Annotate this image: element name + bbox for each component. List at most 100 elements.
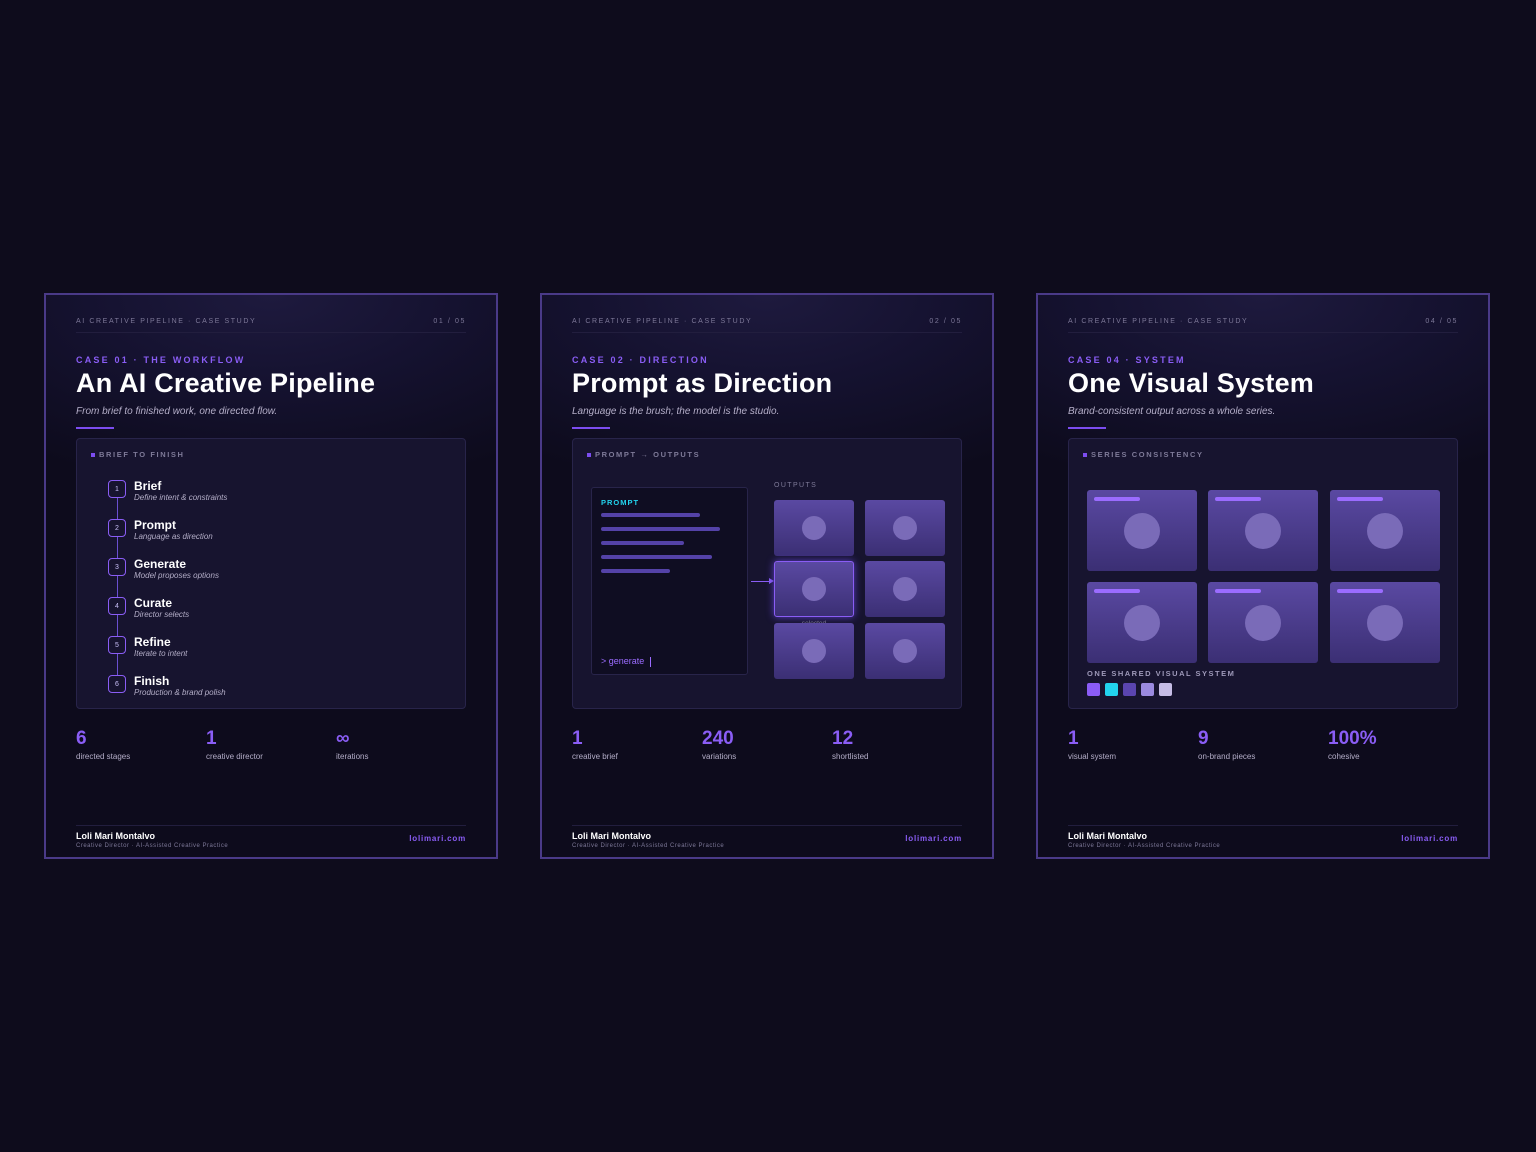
step-number: 6 (108, 675, 126, 693)
image-placeholder-icon (893, 516, 917, 540)
prompt-text-line (601, 555, 712, 559)
card-title: Prompt as Direction (572, 368, 833, 398)
prompt-text-line (601, 541, 684, 545)
stat: 1 creative director (206, 728, 263, 761)
step-name: Finish (134, 674, 170, 688)
output-thumbnail[interactable] (774, 500, 854, 556)
case-eyebrow: CASE 04 · SYSTEM (1068, 355, 1186, 365)
output-thumbnail[interactable] (865, 623, 945, 679)
output-thumbnail-selected[interactable] (774, 561, 854, 617)
title-bar (1337, 497, 1383, 501)
series-tile[interactable] (1330, 582, 1440, 663)
image-placeholder-icon (802, 516, 826, 540)
generate-command[interactable]: > generate (601, 656, 652, 667)
title-bar (1094, 497, 1140, 501)
color-swatch (1105, 683, 1118, 696)
prompt-text-line (601, 513, 700, 517)
step-desc: Model proposes options (134, 571, 219, 580)
series-tile[interactable] (1208, 490, 1318, 571)
step-name: Generate (134, 557, 187, 571)
stat-label: directed stages (76, 752, 131, 761)
image-placeholder-icon (1124, 604, 1160, 641)
case-card-direction: AI CREATIVE PIPELINE · CASE STUDY 02 / 0… (540, 293, 994, 859)
image-placeholder-icon (893, 577, 917, 601)
card-title: One Visual System (1068, 368, 1315, 398)
pipeline-step: 3 Generate Model proposes options (108, 557, 219, 581)
divider (1068, 332, 1458, 333)
output-thumbnail[interactable] (865, 561, 945, 617)
card-subtitle: Language is the brush; the model is the … (572, 406, 780, 417)
prompt-box: PROMPT > generate (591, 487, 748, 675)
accent-rule (76, 427, 114, 429)
author-role: Creative Director · AI-Assisted Creative… (76, 843, 229, 849)
step-name: Prompt (134, 518, 176, 532)
image-placeholder-icon (1367, 512, 1403, 549)
generate-text: > generate (601, 656, 645, 666)
series-tile[interactable] (1087, 490, 1197, 571)
divider (572, 825, 962, 826)
prompt-text-line (601, 527, 720, 531)
series-panel: SERIES CONSISTENCY ONE SHARED VISUAL SYS… (1068, 438, 1458, 709)
prompt-label: PROMPT (601, 498, 640, 507)
website-link[interactable]: lolimari.com (905, 834, 962, 843)
output-thumbnail[interactable] (865, 500, 945, 556)
image-placeholder-icon (1245, 512, 1281, 549)
step-number: 3 (108, 558, 126, 576)
step-number: 5 (108, 636, 126, 654)
stat-value: 12 (832, 728, 854, 749)
pipeline-step: 4 Curate Director selects (108, 596, 189, 620)
stat: ∞ iterations (336, 728, 368, 761)
image-placeholder-icon (893, 639, 917, 663)
stat-label: creative brief (572, 752, 618, 761)
accent-rule (1068, 427, 1106, 429)
stat-label: visual system (1068, 752, 1117, 761)
square-bullet-icon (587, 452, 591, 457)
step-number: 1 (108, 480, 126, 498)
series-tile[interactable] (1087, 582, 1197, 663)
step-number: 4 (108, 597, 126, 615)
prompt-outputs-panel: PROMPT → OUTPUTS PROMPT > generate OUTPU… (572, 438, 962, 709)
arrow-connector (751, 581, 771, 582)
step-desc: Iterate to intent (134, 649, 188, 658)
output-thumbnail[interactable] (774, 623, 854, 679)
stat: 240 variations (702, 728, 736, 761)
step-desc: Language as direction (134, 532, 213, 541)
step-name: Brief (134, 479, 162, 493)
stat-value: 9 (1198, 728, 1209, 749)
series-tile[interactable] (1330, 490, 1440, 571)
author-role: Creative Director · AI-Assisted Creative… (1068, 843, 1221, 849)
color-swatch (1141, 683, 1154, 696)
website-link[interactable]: lolimari.com (409, 834, 466, 843)
page-number: 01 / 05 (433, 318, 466, 325)
accent-rule (572, 427, 610, 429)
pipeline-step: 6 Finish Production & brand polish (108, 674, 226, 698)
card-header: AI CREATIVE PIPELINE · CASE STUDY (1068, 318, 1249, 325)
stat-value: 1 (572, 728, 583, 749)
stat: 9 on-brand pieces (1198, 728, 1255, 761)
step-desc: Production & brand polish (134, 688, 226, 697)
outputs-label: OUTPUTS (774, 482, 818, 489)
author-role: Creative Director · AI-Assisted Creative… (572, 843, 725, 849)
title-bar (1337, 589, 1383, 593)
stat: 6 directed stages (76, 728, 130, 761)
page-number: 04 / 05 (1425, 318, 1458, 325)
card-header: AI CREATIVE PIPELINE · CASE STUDY (76, 318, 257, 325)
color-swatch (1087, 683, 1100, 696)
title-bar (1215, 497, 1261, 501)
author-name: Loli Mari Montalvo (572, 831, 652, 841)
square-bullet-icon (91, 452, 95, 457)
stat: 1 creative brief (572, 728, 618, 761)
website-link[interactable]: lolimari.com (1401, 834, 1458, 843)
panel-label: PROMPT → OUTPUTS (595, 450, 701, 459)
title-bar (1094, 589, 1140, 593)
panel-label: BRIEF TO FINISH (99, 450, 185, 459)
step-name: Curate (134, 596, 173, 610)
stat: 12 shortlisted (832, 728, 868, 761)
stat-value: 240 (702, 728, 734, 749)
series-tile[interactable] (1208, 582, 1318, 663)
divider (1068, 825, 1458, 826)
panel-label: SERIES CONSISTENCY (1091, 450, 1204, 459)
card-title: An AI Creative Pipeline (76, 368, 376, 398)
divider (76, 332, 466, 333)
step-name: Refine (134, 635, 171, 649)
